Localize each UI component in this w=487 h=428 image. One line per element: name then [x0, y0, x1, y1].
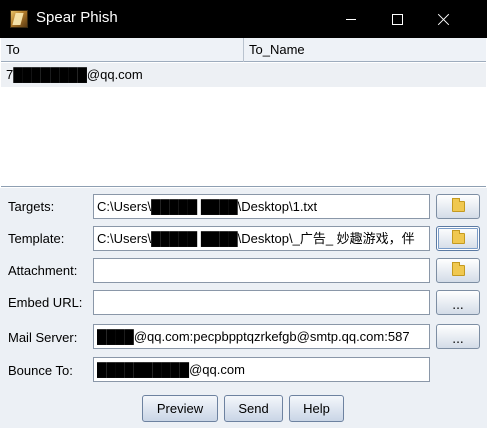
column-header-to[interactable]: To — [1, 38, 244, 62]
column-header-to-name[interactable]: To_Name — [244, 38, 486, 62]
folder-icon — [451, 198, 465, 212]
table-row[interactable]: 7████████@qq.com — [1, 63, 486, 87]
targets-label: Targets: — [8, 199, 55, 214]
attachment-browse-button[interactable] — [436, 258, 480, 283]
embed-url-field[interactable] — [93, 290, 430, 315]
targets-browse-button[interactable] — [436, 194, 480, 219]
app-icon — [10, 10, 28, 28]
folder-icon — [451, 230, 465, 244]
help-button[interactable]: Help — [289, 395, 344, 422]
folder-icon — [451, 262, 465, 276]
embed-url-dots: ... — [452, 297, 464, 312]
close-button[interactable] — [420, 0, 466, 38]
attachment-label: Attachment: — [8, 263, 78, 278]
template-label: Template: — [8, 231, 65, 246]
preview-button[interactable]: Preview — [142, 395, 218, 422]
mail-server-button[interactable]: ... — [436, 324, 480, 349]
maximize-button[interactable] — [374, 0, 420, 38]
cell-to[interactable]: 7████████@qq.com — [1, 63, 244, 87]
close-icon — [437, 13, 450, 26]
cell-to-name[interactable] — [244, 63, 486, 87]
targets-table[interactable]: To To_Name 7████████@qq.com — [1, 38, 486, 187]
bounce-to-field[interactable]: ██████████@qq.com — [93, 357, 430, 382]
embed-url-button[interactable]: ... — [436, 290, 480, 315]
attachment-field[interactable] — [93, 258, 430, 283]
template-field[interactable]: C:\Users\█████ ████\Desktop\_广告_ 妙趣游戏，伴 — [93, 226, 430, 251]
maximize-icon — [391, 13, 403, 25]
targets-field[interactable]: C:\Users\█████ ████\Desktop\1.txt — [93, 194, 430, 219]
mail-server-label: Mail Server: — [8, 330, 78, 345]
mail-server-dots: ... — [452, 331, 464, 346]
send-button[interactable]: Send — [224, 395, 283, 422]
minimize-button[interactable] — [328, 0, 374, 38]
table-header: To To_Name — [1, 38, 486, 62]
bounce-to-label: Bounce To: — [8, 363, 73, 378]
minimize-icon — [346, 18, 356, 20]
title-bar[interactable]: Spear Phish — [0, 0, 487, 38]
window-title: Spear Phish — [36, 9, 118, 26]
mail-server-field[interactable]: ████@qq.com:pecpbpptqzrkefgb@smtp.qq.com… — [93, 324, 430, 349]
embed-url-label: Embed URL: — [8, 295, 83, 310]
template-browse-button[interactable] — [436, 226, 480, 251]
